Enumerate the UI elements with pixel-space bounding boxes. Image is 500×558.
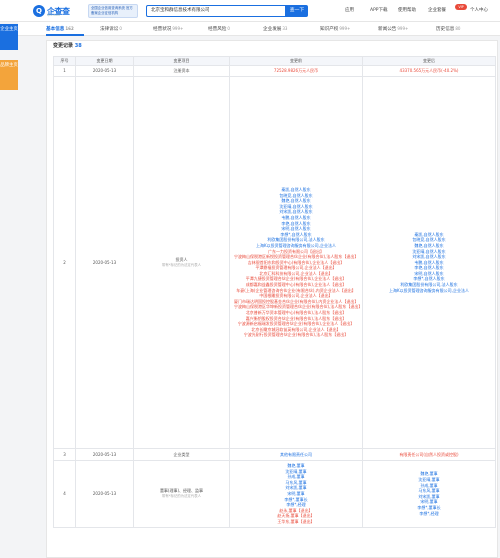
cell-seq: 4 xyxy=(53,460,76,528)
cell-before: 其他有限责任公司 xyxy=(229,448,363,461)
nav-user-center[interactable]: 个人中心 xyxy=(470,7,488,15)
tab-history[interactable]: 历史信息80 xyxy=(436,25,460,34)
tab-ip[interactable]: 知识产权999+ xyxy=(320,25,350,34)
value-after: 43370.565万元人民币(-40.2%) xyxy=(399,68,459,74)
value-after: 有限责任公司(自然人投资或控股) xyxy=(399,451,459,457)
column-header-item: 变更项目 xyxy=(133,56,230,66)
value-after[interactable]: 李想*,经理 xyxy=(367,511,491,517)
change-records-table: 序号 变更日期 变更项目 变更前 变更后 1 2020-05-13 注册资本 7252… xyxy=(53,56,496,528)
tab-development[interactable]: 企业发展33 xyxy=(263,25,287,34)
cell-item: 注册资本 xyxy=(133,65,230,77)
value-before[interactable]: 王华东,董事【退出】 xyxy=(234,519,358,525)
value-before[interactable]: 宁波源新启福瑞发投资管理合伙企业(有限合伙),企业法人【退出】 xyxy=(234,321,358,327)
nav-packages[interactable]: 企业套餐 xyxy=(428,7,446,15)
value-before[interactable]: 宁波梅山保税港区新悦投资管理合伙企业(有限合伙),法人股东【退出】 xyxy=(234,254,358,260)
cell-item: 董事(理事)、经理、监事 带有*标记的为法定代表人 xyxy=(133,460,230,528)
table-row: 1 2020-05-13 注册资本 72528.9826万元人民币 43370.565万… xyxy=(53,65,496,77)
change-item-label: 企业类型 xyxy=(173,451,190,457)
column-header-date: 变更日期 xyxy=(75,56,134,66)
change-records-card: 变更记录 38 序号 变更日期 变更项目 变更前 变更后 1 2020-05-13… xyxy=(46,40,498,558)
tab-risk[interactable]: 经营风险0 xyxy=(208,25,230,34)
cell-seq: 3 xyxy=(53,448,76,461)
change-item-label: 投资人 xyxy=(175,256,188,262)
change-item-hint: 带有*标记的为法定代表人 xyxy=(162,493,201,498)
value-before: 其他有限责任公司 xyxy=(280,451,312,457)
table-row: 2 2020-05-13 投资人 带有*标记的为法定代表人 秦凯,自然人股东 包晓竞,自然… xyxy=(53,76,496,449)
column-header-seq: 序号 xyxy=(53,56,76,66)
cell-after: 有限责任公司(自然人投资或控股) xyxy=(362,448,496,461)
cell-seq: 2 xyxy=(53,76,76,449)
cell-after: 43370.565万元人民币(-40.2%) xyxy=(362,65,496,77)
cell-item: 企业类型 xyxy=(133,448,230,461)
column-header-before: 变更前 xyxy=(229,56,363,66)
promo-banner[interactable]: 全国企业信用查询系统 官方备案企业征信机构 xyxy=(88,4,138,18)
change-item-label: 董事(理事)、经理、监事 xyxy=(159,488,204,494)
cell-date: 2020-05-13 xyxy=(75,76,134,449)
change-item-label: 注册资本 xyxy=(173,68,190,74)
cell-seq: 1 xyxy=(53,65,76,77)
value-before: 72528.9826万元人民币 xyxy=(273,68,319,74)
top-bar: Q 企查查 Qcc.com 全国企业信用查询系统 官方备案企业征信机构 北京宝和… xyxy=(0,0,500,22)
side-tab-brand[interactable]: 品牌主页 xyxy=(0,60,18,90)
table-row: 3 2020-05-13 企业类型 其他有限责任公司 有限责任公司(自然人投资或控股) xyxy=(53,448,496,461)
table-row: 4 2020-05-13 董事(理事)、经理、监事 带有*标记的为法定代表人 魏艳,董事… xyxy=(53,460,496,528)
tab-legal[interactable]: 法律诉讼0 xyxy=(100,25,122,34)
logo-subtitle: Qcc.com xyxy=(47,13,61,17)
tab-operations[interactable]: 经营状况999+ xyxy=(153,25,183,34)
nav-apps[interactable]: 应用 xyxy=(345,7,354,15)
cell-date: 2020-05-13 xyxy=(75,65,134,77)
table-body: 1 2020-05-13 注册资本 72528.9826万元人民币 43370.565万… xyxy=(53,65,496,528)
table-header-row: 序号 变更日期 变更项目 变更前 变更后 xyxy=(53,56,496,66)
tab-basic-info[interactable]: 基本信息162 xyxy=(46,25,74,34)
cell-date: 2020-05-13 xyxy=(75,448,134,461)
vip-badge: VIP xyxy=(455,4,467,10)
cell-after: 秦凯,自然人股东 包晓竞,自然人股东 魏艳,自然人股东 沈亚晴,自然人股东 刘宋凯,自然… xyxy=(362,76,496,449)
cell-before: 秦凯,自然人股东 包晓竞,自然人股东 魏艳,自然人股东 沈亚晴,自然人股东 刘宋凯,自然… xyxy=(229,76,363,449)
tab-news[interactable]: 新闻公告999+ xyxy=(378,25,408,34)
cell-date: 2020-05-13 xyxy=(75,460,134,528)
cell-item: 投资人 带有*标记的为法定代表人 xyxy=(133,76,230,449)
cell-after: 魏艳,董事 沈亚晴,董事 孙成,董事 马东风,董事 刘宋凯,董事 宋明,董事 李想*,董事长… xyxy=(362,460,496,528)
change-item-hint: 带有*标记的为法定代表人 xyxy=(162,262,201,267)
active-tab-indicator xyxy=(46,34,84,36)
column-header-after: 变更后 xyxy=(362,56,496,66)
value-before[interactable]: 成都嘉和益鑫投资管理中心(有限合伙),企业法人【退出】 xyxy=(234,282,358,288)
side-tab-company[interactable]: 企业主页 xyxy=(0,24,18,50)
section-nav: 基本信息162 法律诉讼0 经营状况999+ 经营风险0 企业发展33 知识产权… xyxy=(18,22,500,36)
change-records-title: 变更记录 38 xyxy=(53,43,82,49)
cell-before: 魏艳,董事 沈亚晴,董事 孙成,董事 马东风,董事 刘宋凯,董事 宋明,董事 李想*,董事长… xyxy=(229,460,363,528)
value-before[interactable]: 北京普新万华资本管理中心(有限合伙),法人股东【退出】 xyxy=(234,310,358,316)
value-after[interactable]: 上海K以投资管理咨询服务有限公司,企业法人 xyxy=(367,288,491,294)
search-button[interactable]: 查一下 xyxy=(286,5,308,17)
value-before[interactable]: 宁波光耐行投资管理合伙企业(有限合伙),法人股东【退出】 xyxy=(234,332,358,338)
nav-help[interactable]: 使用帮助 xyxy=(398,7,416,15)
search-input[interactable]: 北京宝和群信息技术有限公司 xyxy=(146,5,286,17)
logo-icon: Q xyxy=(33,5,45,17)
nav-app-download[interactable]: APP下载 xyxy=(370,7,388,15)
cell-before: 72528.9826万元人民币 xyxy=(229,65,363,77)
